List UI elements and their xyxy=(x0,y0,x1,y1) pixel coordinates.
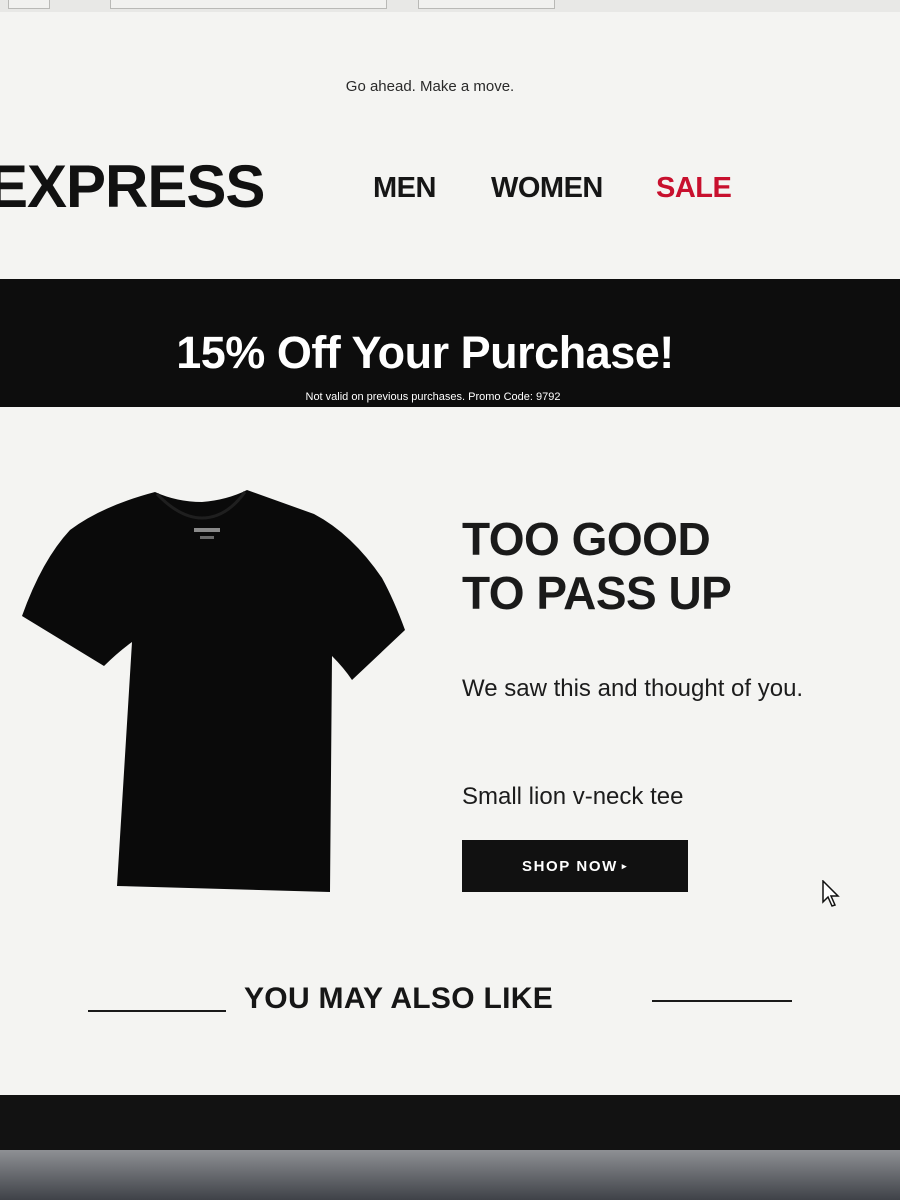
product-name: Small lion v-neck tee xyxy=(462,783,684,810)
nav-men-link[interactable]: MEN xyxy=(373,172,436,205)
monitor-bezel xyxy=(0,1150,900,1200)
promo-banner[interactable]: 15% Off Your Purchase! Not valid on prev… xyxy=(0,279,900,407)
shop-now-label: SHOP NOW xyxy=(522,857,618,875)
t-shirt-icon xyxy=(22,490,405,892)
feature-blurb: We saw this and thought of you. xyxy=(462,675,804,702)
mouse-cursor-icon xyxy=(822,880,840,907)
headline-line-2: TO PASS UP xyxy=(462,567,732,619)
browser-tab[interactable] xyxy=(8,0,50,9)
divider-left xyxy=(88,1010,226,1012)
email-body: Go ahead. Make a move. EXPRESS MEN WOMEN… xyxy=(0,12,900,1150)
promo-disclaimer: Not valid on previous purchases. Promo C… xyxy=(305,391,561,403)
feature-headline: TOO GOOD TO PASS UP xyxy=(462,512,882,620)
browser-tab[interactable] xyxy=(110,0,387,9)
divider-right xyxy=(652,1000,792,1002)
browser-top-edge xyxy=(0,0,900,12)
nav-sale-link[interactable]: SALE xyxy=(656,172,732,205)
nav-women-link[interactable]: WOMEN xyxy=(491,172,603,205)
recommendations-bar xyxy=(0,1095,900,1150)
caret-right-icon: ▸ xyxy=(621,860,628,871)
promo-title: 15% Off Your Purchase! xyxy=(176,327,674,378)
you-may-also-like-heading: YOU MAY ALSO LIKE xyxy=(244,982,554,1015)
product-image[interactable] xyxy=(22,490,407,892)
preheader-text: Go ahead. Make a move. xyxy=(345,78,515,95)
express-logo[interactable]: EXPRESS xyxy=(0,152,265,221)
headline-line-1: TOO GOOD xyxy=(462,513,711,565)
shop-now-button[interactable]: SHOP NOW ▸ xyxy=(462,840,688,892)
browser-tab[interactable] xyxy=(418,0,555,9)
